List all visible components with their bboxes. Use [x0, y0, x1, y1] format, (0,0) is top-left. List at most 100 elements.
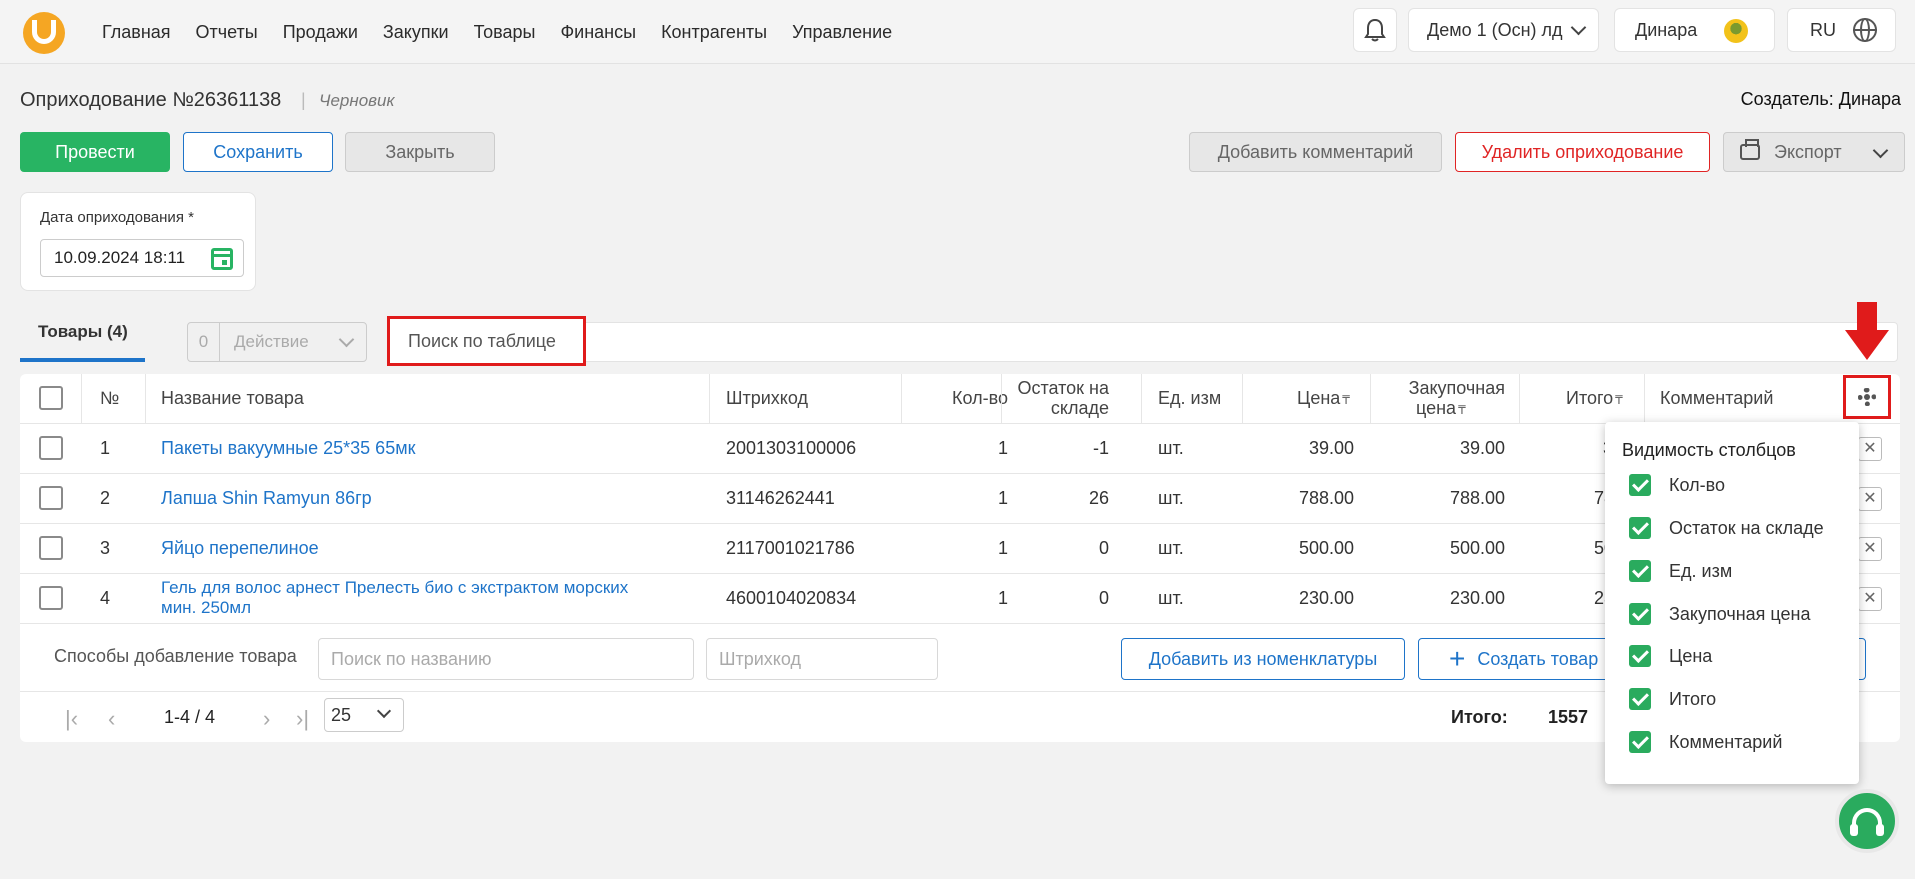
nav-item-management[interactable]: Управление [792, 22, 892, 43]
first-page-icon[interactable]: |‹ [65, 706, 78, 732]
header-price[interactable]: Цена ₸ [1297, 388, 1350, 409]
row-checkbox[interactable] [39, 536, 63, 560]
checkbox-checked-icon[interactable] [1629, 645, 1651, 667]
row-qty[interactable]: 1 [901, 438, 1008, 459]
user-menu[interactable]: Динара [1614, 8, 1775, 52]
row-purchase-price[interactable]: 500.00 [1370, 538, 1505, 559]
row-price[interactable]: 500.00 [1242, 538, 1354, 559]
header-qty[interactable]: Кол-во [901, 388, 1008, 409]
support-chat-button[interactable] [1835, 789, 1899, 853]
column-toggle-purchase-price[interactable]: Закупочная цена [1629, 602, 1810, 626]
header-total[interactable]: Итого ₸ [1566, 388, 1623, 409]
row-qty[interactable]: 1 [901, 488, 1008, 509]
date-value: 10.09.2024 18:11 [54, 248, 186, 267]
prev-page-icon[interactable]: ‹ [108, 706, 115, 732]
add-comment-button[interactable]: Добавить комментарий [1189, 132, 1442, 172]
row-checkbox[interactable] [39, 436, 63, 460]
next-page-icon[interactable]: › [263, 706, 270, 732]
product-name-link[interactable]: Гель для волос арнест Прелесть био с экс… [161, 578, 628, 598]
nav-item-home[interactable]: Главная [102, 22, 171, 43]
header-barcode[interactable]: Штрихкод [726, 388, 808, 409]
organization-select[interactable]: Демо 1 (Осн) лд [1408, 8, 1599, 52]
column-toggle-price[interactable]: Цена [1629, 644, 1712, 668]
add-from-catalog-button[interactable]: Добавить из номенклатуры [1121, 638, 1405, 680]
row-checkbox[interactable] [39, 586, 63, 610]
date-input[interactable]: 10.09.2024 18:11 [40, 239, 244, 277]
language-select[interactable]: RU [1787, 8, 1896, 52]
checkbox-checked-icon[interactable] [1629, 517, 1651, 539]
row-checkbox[interactable] [39, 486, 63, 510]
header-purchase-line2[interactable]: цена ₸ [1416, 398, 1466, 419]
remove-row-button[interactable]: ✕ [1858, 537, 1882, 561]
checkbox-checked-icon[interactable] [1629, 474, 1651, 496]
checkbox-checked-icon[interactable] [1629, 603, 1651, 625]
nav-item-counterparties[interactable]: Контрагенты [661, 22, 767, 43]
column-visibility-popup: Видимость столбцов Кол-во Остаток на скл… [1605, 422, 1859, 784]
header-purchase-line1[interactable]: Закупочная [1370, 378, 1505, 399]
post-button[interactable]: Провести [20, 132, 170, 172]
last-page-icon[interactable]: ›| [296, 706, 309, 732]
header-name[interactable]: Название товара [161, 388, 304, 409]
create-product-label: Создать товар [1477, 648, 1599, 669]
page-size-select[interactable]: 25 [324, 698, 404, 732]
header-comment[interactable]: Комментарий [1660, 388, 1773, 409]
row-unit: шт. [1158, 438, 1184, 458]
bulk-action-select[interactable]: 0 Действие [187, 322, 367, 362]
close-button[interactable]: Закрыть [345, 132, 495, 172]
header-stock-line1[interactable]: Остаток на [1001, 378, 1109, 399]
column-toggle-label: Кол-во [1669, 474, 1725, 495]
search-by-name-input[interactable]: Поиск по названию [318, 638, 694, 680]
nav-item-goods[interactable]: Товары [474, 22, 536, 43]
row-purchase-price[interactable]: 230.00 [1370, 588, 1505, 609]
row-stock: 0 [1098, 588, 1109, 608]
column-toggle-comment[interactable]: Комментарий [1629, 730, 1782, 754]
checkbox-checked-icon[interactable] [1629, 688, 1651, 710]
nav-item-sales[interactable]: Продажи [283, 22, 358, 43]
checkbox-checked-icon[interactable] [1629, 560, 1651, 582]
row-purchase-price[interactable]: 39.00 [1370, 438, 1505, 459]
globe-icon [1853, 18, 1877, 42]
tab-goods[interactable]: Товары (4) [20, 322, 145, 362]
row-qty[interactable]: 1 [901, 588, 1008, 609]
remove-row-button[interactable]: ✕ [1858, 587, 1882, 611]
remove-row-button[interactable]: ✕ [1858, 437, 1882, 461]
product-name-link[interactable]: Яйцо перепелиное [161, 538, 319, 559]
sort-icon[interactable]: ₸ [1342, 393, 1350, 407]
nav-item-finance[interactable]: Финансы [560, 22, 636, 43]
save-button[interactable]: Сохранить [183, 132, 333, 172]
column-toggle-qty[interactable]: Кол-во [1629, 473, 1725, 497]
header-stock-line2[interactable]: складе [1001, 398, 1109, 419]
row-price[interactable]: 39.00 [1242, 438, 1354, 459]
row-price[interactable]: 230.00 [1242, 588, 1354, 609]
column-toggle-label: Итого [1669, 688, 1717, 709]
row-stock: 0 [1098, 538, 1109, 558]
row-purchase-price[interactable]: 788.00 [1370, 488, 1505, 509]
notifications-button[interactable] [1353, 8, 1397, 52]
barcode-input[interactable]: Штрихкод [706, 638, 938, 680]
calendar-icon[interactable] [211, 248, 233, 270]
nav-item-reports[interactable]: Отчеты [196, 22, 258, 43]
column-toggle-stock[interactable]: Остаток на складе [1629, 516, 1824, 540]
product-name-link[interactable]: Пакеты вакуумные 25*35 65мк [161, 438, 415, 459]
column-toggle-unit[interactable]: Ед. изм [1629, 559, 1732, 583]
sort-icon[interactable]: ₸ [1458, 403, 1466, 417]
column-settings-button[interactable] [1843, 375, 1891, 419]
row-qty[interactable]: 1 [901, 538, 1008, 559]
delete-receipt-button[interactable]: Удалить оприходование [1455, 132, 1710, 172]
table-search-bar[interactable] [388, 322, 1898, 362]
export-button[interactable]: Экспорт [1723, 132, 1905, 172]
select-all-checkbox[interactable] [39, 386, 63, 410]
nav-item-purchases[interactable]: Закупки [383, 22, 449, 43]
sort-icon[interactable]: ₸ [1615, 393, 1623, 407]
table-search-input[interactable]: Поиск по таблице [387, 316, 586, 366]
checkbox-checked-icon[interactable] [1629, 731, 1651, 753]
app-logo-icon[interactable] [23, 12, 65, 54]
product-name-link-line2[interactable]: мин. 250мл [161, 598, 251, 618]
chevron-down-icon [1872, 142, 1889, 159]
divider [81, 374, 82, 424]
remove-row-button[interactable]: ✕ [1858, 487, 1882, 511]
row-price[interactable]: 788.00 [1242, 488, 1354, 509]
header-unit[interactable]: Ед. изм [1158, 388, 1221, 409]
product-name-link[interactable]: Лапша Shin Ramyun 86гр [161, 488, 372, 509]
column-toggle-total[interactable]: Итого [1629, 687, 1716, 711]
